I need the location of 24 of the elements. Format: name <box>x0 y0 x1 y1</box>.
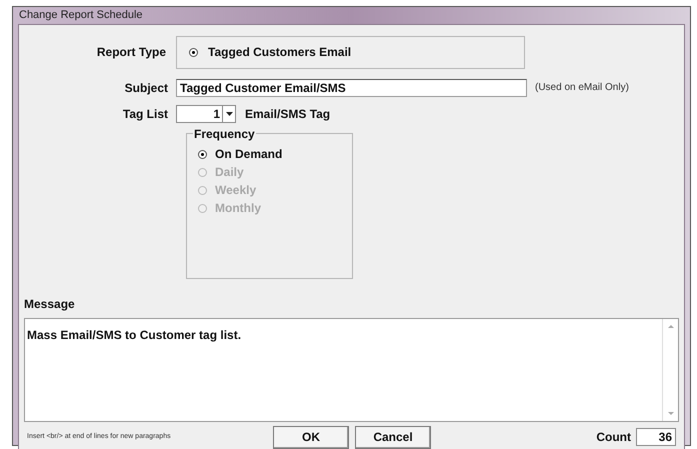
dropdown-arrow-icon <box>226 112 232 116</box>
count-label: Count <box>596 429 631 446</box>
message-label: Message <box>24 296 75 312</box>
option-label: Monthly <box>215 200 261 217</box>
option-label: Daily <box>215 164 244 181</box>
dialog-button[interactable]: Cancel <box>355 426 431 448</box>
subject-field[interactable]: Tagged Customer Email/SMS <box>176 78 527 96</box>
dialog-button[interactable]: OK <box>273 426 349 448</box>
scroll-down-icon[interactable] <box>668 412 674 414</box>
window-title: Change Report Schedule <box>19 8 143 23</box>
scroll-up-icon[interactable] <box>668 324 674 328</box>
subject-note: (Used on eMail Only) <box>535 81 629 95</box>
radio-button[interactable] <box>198 150 207 158</box>
option-label: Tagged Customers Email <box>208 44 352 61</box>
field-label: Tag List <box>122 106 169 122</box>
radio-button[interactable] <box>189 48 198 56</box>
count-field[interactable]: 36 <box>636 428 676 446</box>
field-label: Subject <box>124 80 169 96</box>
option-label: On Demand <box>215 146 282 163</box>
tag-list-dropdown[interactable]: 1 <box>176 104 236 122</box>
option-label: Weekly <box>215 182 256 199</box>
message-field[interactable]: Mass Email/SMS to Customer tag list. <box>24 318 679 422</box>
tag-list-label: Email/SMS Tag <box>245 106 330 122</box>
field-label: Report Type <box>96 44 167 61</box>
